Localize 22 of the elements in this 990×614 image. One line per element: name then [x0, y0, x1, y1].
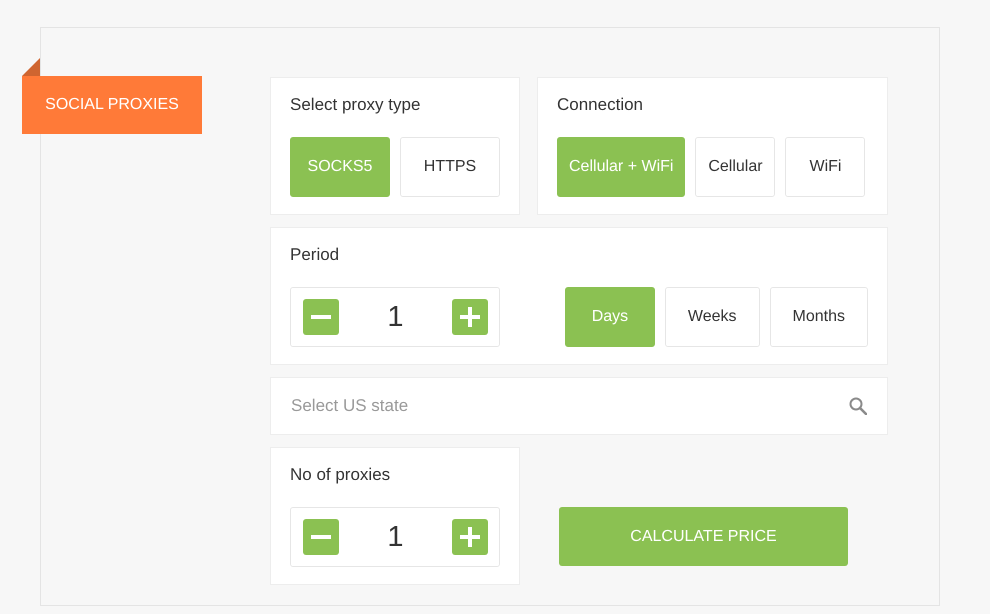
- connection-option[interactable]: Cellular: [695, 137, 776, 197]
- proxy-type-option[interactable]: HTTPS: [400, 137, 500, 197]
- category-ribbon: SOCIAL PROXIES: [22, 76, 202, 134]
- increase-button[interactable]: [452, 299, 488, 335]
- minus-icon: [311, 315, 331, 319]
- minus-icon: [311, 535, 331, 539]
- period-unit-option[interactable]: Weeks: [664, 287, 760, 347]
- period-unit-option[interactable]: Months: [770, 287, 868, 347]
- decrease-button[interactable]: [303, 519, 339, 555]
- increase-button[interactable]: [452, 519, 488, 555]
- number-field[interactable]: 1: [339, 520, 452, 554]
- card-title: Period: [290, 245, 340, 265]
- plus-icon: [460, 307, 480, 327]
- number-field[interactable]: 1: [339, 300, 452, 334]
- connection-option[interactable]: WiFi: [785, 137, 866, 197]
- card-title: Select proxy type: [290, 95, 422, 115]
- plus-icon: [460, 527, 480, 547]
- decrease-button[interactable]: [303, 299, 339, 335]
- ribbon-fold-icon: [22, 58, 40, 76]
- card-title: Connection: [557, 95, 644, 115]
- card-title: No of proxies: [290, 465, 392, 485]
- search-icon: [849, 397, 867, 415]
